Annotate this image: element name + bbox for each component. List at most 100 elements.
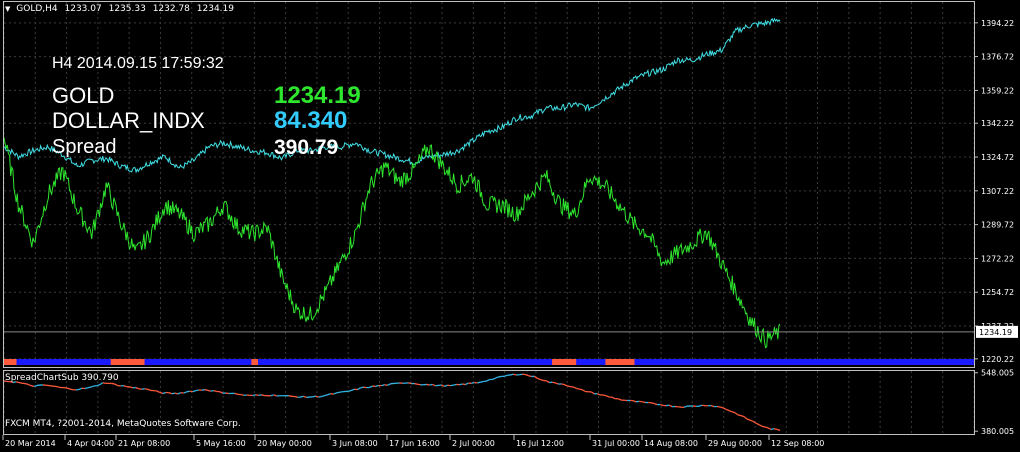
spread-segment <box>57 386 62 389</box>
y-tick-label: 1254.72 <box>981 288 1014 297</box>
spread-segment <box>375 384 379 388</box>
x-tick-label: 21 Apr 08:00 <box>118 439 170 448</box>
gold-label: GOLD <box>52 83 115 108</box>
y-tick-label: 1289.72 <box>981 221 1014 230</box>
spread-segment <box>144 388 148 391</box>
y-tick-label: 1307.22 <box>981 187 1014 196</box>
y-tick-label: 1220.22 <box>981 355 1014 364</box>
spread-segment <box>567 385 571 388</box>
spread-segment <box>510 373 514 376</box>
spread-segment <box>651 402 655 405</box>
y-tick-label: 1272.22 <box>981 254 1014 263</box>
spread-segment <box>54 385 59 388</box>
spread-segment <box>318 395 322 398</box>
spread-segment <box>186 390 190 393</box>
spread-segment <box>129 386 134 389</box>
spread-segment <box>288 395 292 397</box>
band-segment-red <box>552 359 577 365</box>
spread-segment <box>477 381 481 384</box>
x-tick-label: 12 Sep 08:00 <box>771 439 824 448</box>
spread-segment <box>84 387 89 390</box>
subwindow-title: SpreadChartSub 390.790 <box>5 373 119 383</box>
spread-segment <box>659 403 664 407</box>
spread-segment <box>764 426 769 429</box>
spread-segment <box>480 380 484 383</box>
current-price-label: 1234.19 <box>979 328 1012 337</box>
gold-value: 1234.19 <box>274 82 361 109</box>
spread-segment <box>174 392 178 395</box>
spread-segment <box>513 373 517 376</box>
spread-segment <box>603 394 607 397</box>
spread-segment <box>195 389 199 392</box>
spread-segment <box>552 381 556 384</box>
x-tick-label: 14 Aug 08:00 <box>644 439 698 448</box>
spread-segment <box>459 383 463 386</box>
spread-segment <box>312 395 316 398</box>
spread-segment <box>414 382 418 385</box>
band-segment-blue <box>258 359 553 365</box>
x-tick-label: 4 Apr 04:00 <box>67 439 114 448</box>
spread-segment <box>30 385 35 388</box>
spread-segment <box>528 375 532 378</box>
x-tick-label: 16 Jul 12:00 <box>516 439 564 448</box>
spread-segment <box>252 394 256 397</box>
spread-segment <box>324 394 328 397</box>
x-tick-label: 5 May 16:00 <box>196 439 246 448</box>
dollar-index-label: DOLLAR_INDX <box>52 108 205 133</box>
y-tick-label: 1359.22 <box>981 86 1014 95</box>
copyright-text: FXCM MT4, ?2001-2014, MetaQuotes Softwar… <box>5 419 241 429</box>
band-segment-red <box>110 359 145 365</box>
spread-segment <box>426 383 430 386</box>
low-value: 1232.78 <box>152 4 190 14</box>
spread-segment <box>87 386 92 389</box>
spread-label: Spread <box>52 136 117 158</box>
x-tick-label: 31 Jul 00:00 <box>592 439 640 448</box>
spread-segment <box>300 395 304 398</box>
y-tick-label: 1376.72 <box>981 53 1014 62</box>
spread-segment <box>240 393 244 396</box>
spread-segment <box>204 388 208 391</box>
spread-segment <box>171 392 175 395</box>
spread-segment <box>471 381 475 384</box>
spread-segment <box>207 389 211 392</box>
spread-segment <box>462 383 466 386</box>
spread-segment <box>773 428 778 431</box>
chart-header: ▼ GOLD,H4 1233.07 1235.33 1232.78 1234.1… <box>5 4 238 14</box>
x-tick-label: 20 Mar 2014 <box>5 439 56 448</box>
spread-segment <box>453 383 457 386</box>
x-tick-label: 17 Jun 16:00 <box>389 439 440 448</box>
spread-segment <box>576 387 580 390</box>
spread-value: 390.79 <box>274 136 339 159</box>
spread-segment <box>737 414 742 417</box>
y-tick-label: 1394.22 <box>981 19 1014 28</box>
spread-segment <box>408 382 412 385</box>
sub-tick-label: 548.005 <box>981 369 1014 378</box>
close-value: 1234.19 <box>196 4 234 14</box>
band-segment-blue <box>576 359 606 365</box>
dollar-index-value: 84.340 <box>274 107 348 134</box>
x-tick-label: 20 May 00:00 <box>257 439 312 448</box>
spread-segment <box>213 390 217 393</box>
spread-segment <box>450 384 454 387</box>
spread-segment <box>261 394 265 397</box>
spread-segment <box>381 384 385 387</box>
band-segment-red <box>251 359 259 365</box>
spread-segment <box>348 389 352 392</box>
x-tick-label: 3 Jun 08:00 <box>332 439 378 448</box>
band-segment-red <box>605 359 635 365</box>
band-segment-red <box>4 359 17 365</box>
spread-segment <box>642 401 646 404</box>
spread-segment <box>360 386 364 389</box>
spread-segment <box>69 388 74 391</box>
open-value: 1233.07 <box>64 4 102 14</box>
y-tick-label: 1342.22 <box>981 119 1014 128</box>
spread-segment <box>321 394 325 398</box>
spread-segment <box>294 395 298 398</box>
collapse-triangle-icon[interactable]: ▼ <box>5 5 10 13</box>
spread-segment <box>339 391 343 393</box>
spread-segment <box>141 388 145 390</box>
spread-segment <box>417 383 421 386</box>
band-segment-blue <box>634 359 974 365</box>
spread-segment <box>24 382 29 385</box>
spread-segment <box>561 383 565 386</box>
